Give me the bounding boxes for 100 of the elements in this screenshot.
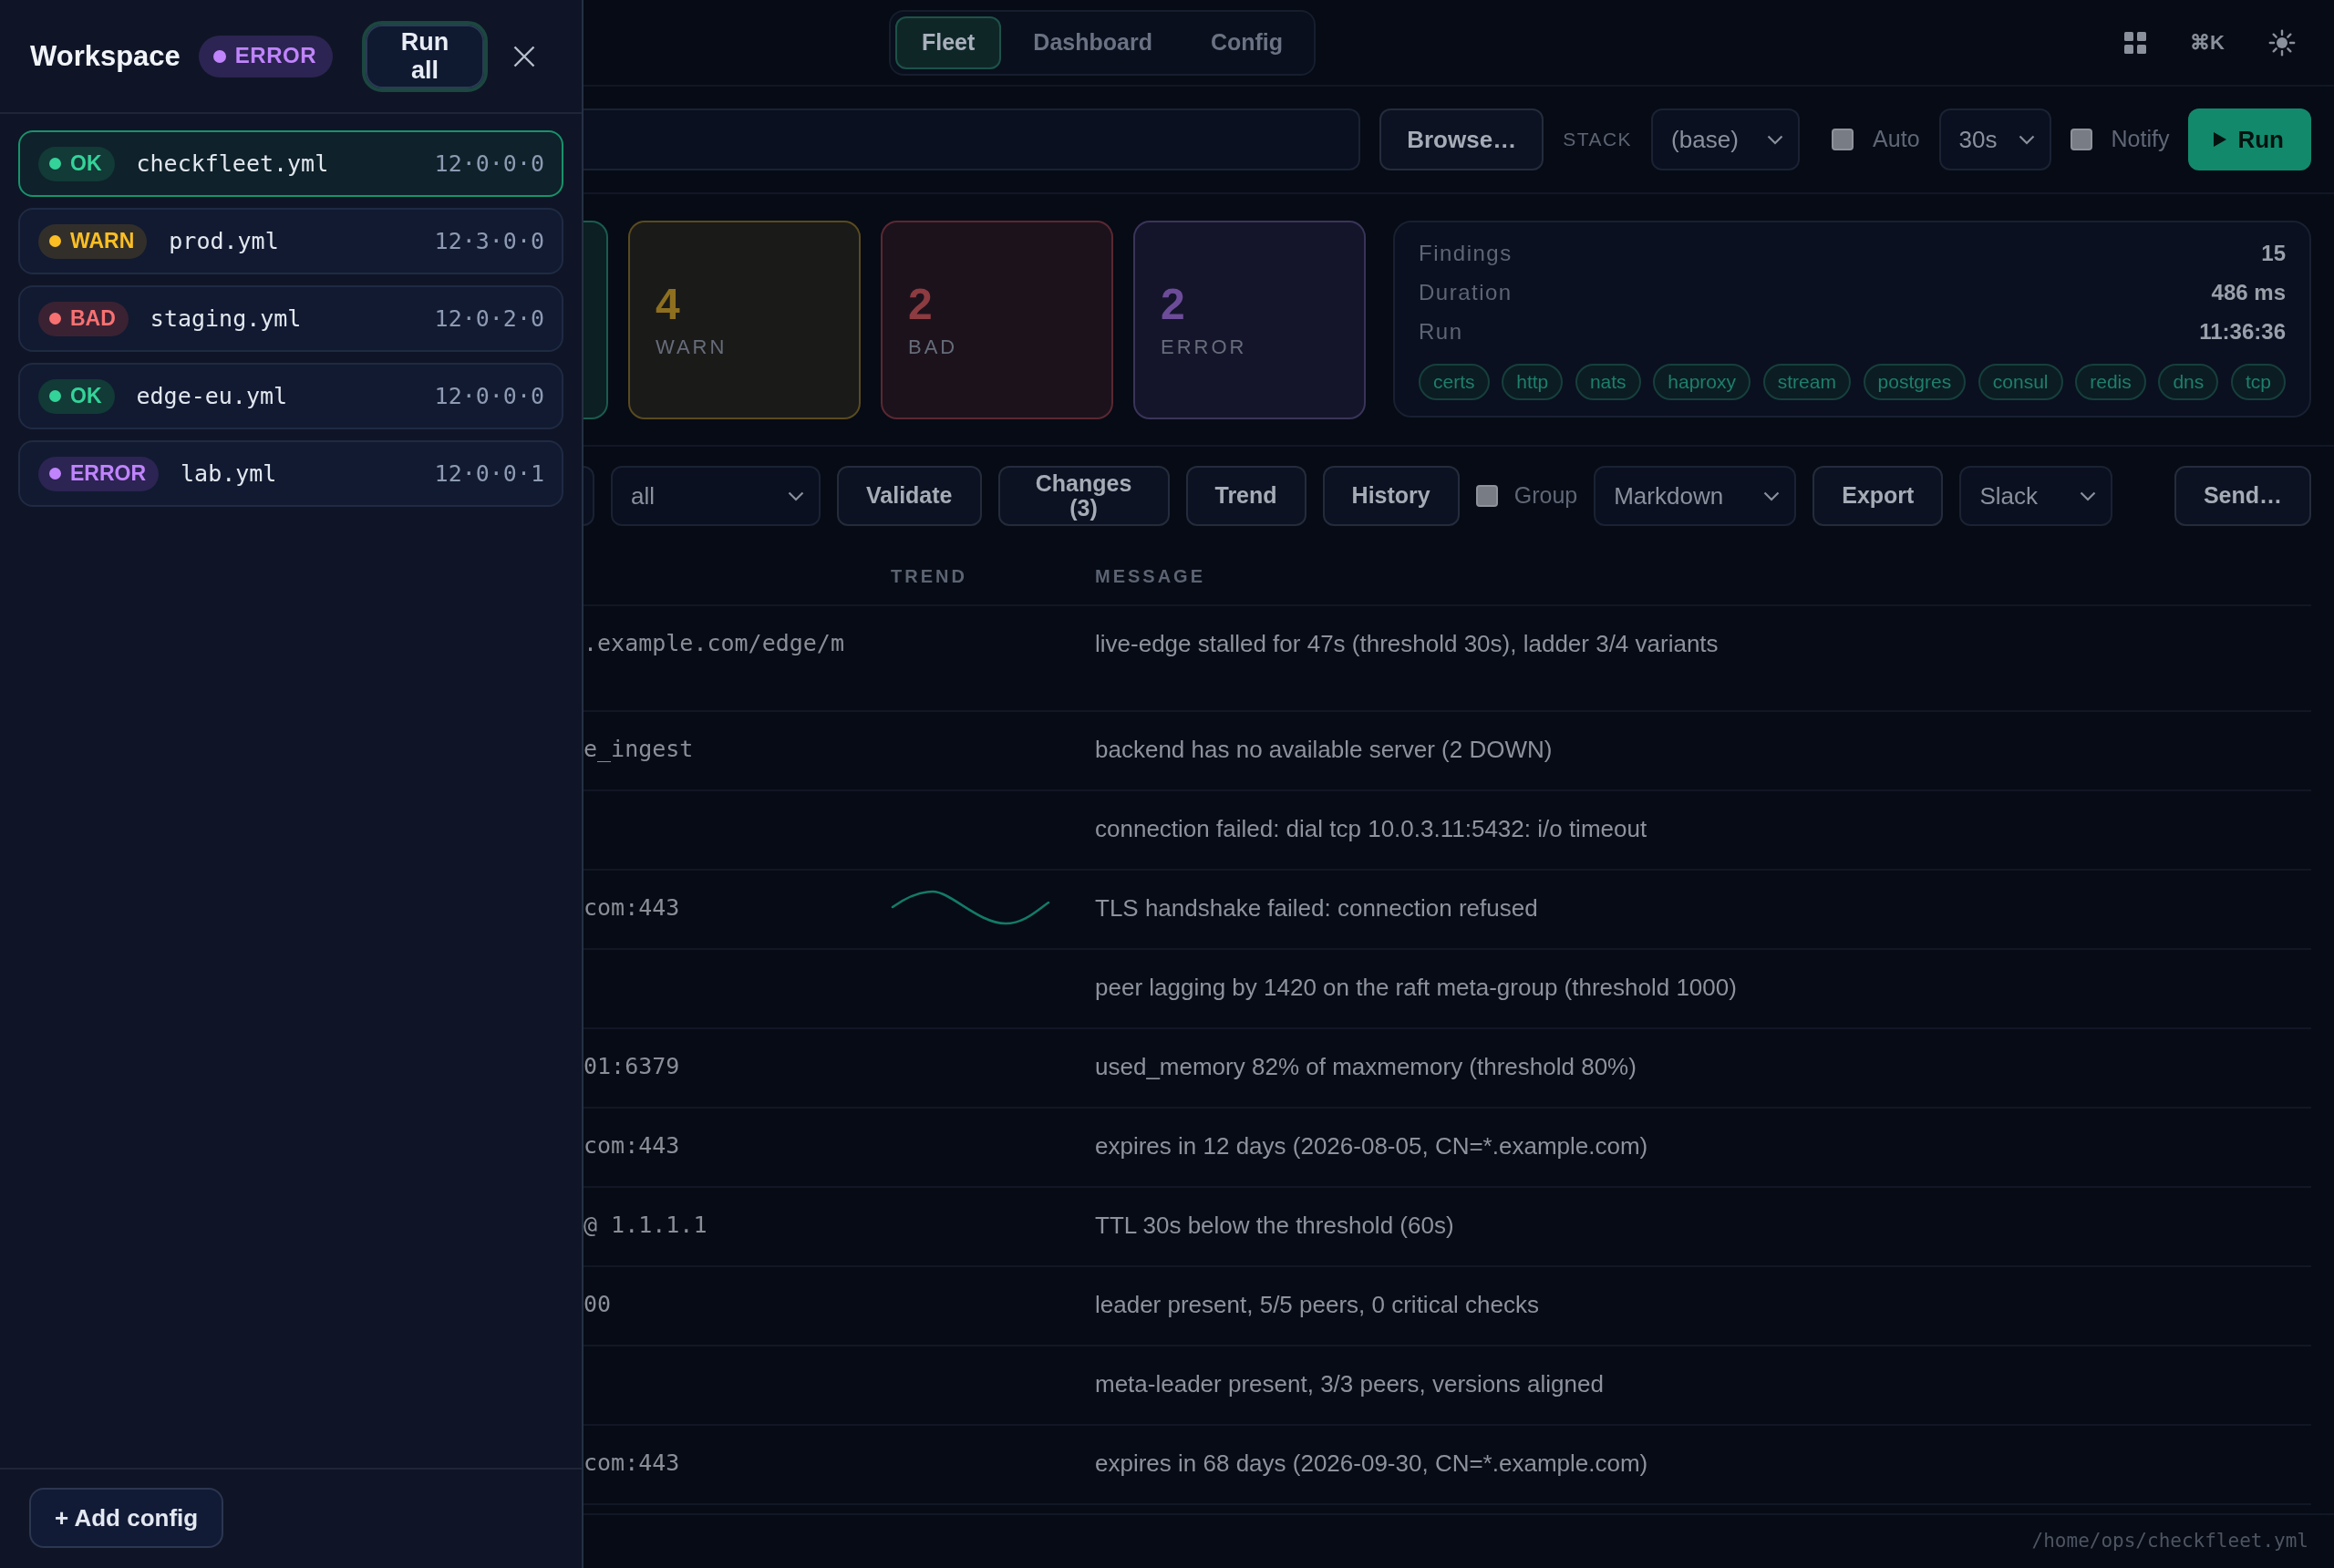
target-text: com:443 <box>584 893 680 923</box>
summary-label: Duration <box>1419 278 1513 306</box>
export-button[interactable]: Export <box>1812 466 1944 526</box>
column-header: MESSAGE <box>1095 565 1206 586</box>
config-item[interactable]: BAD staging.yml 12·0·2·0 <box>18 285 563 352</box>
caret-icon <box>1767 134 1784 145</box>
check-tag[interactable]: consul <box>1978 364 2063 400</box>
check-tag[interactable]: certs <box>1419 364 1490 400</box>
summary-label: Findings <box>1419 239 1513 267</box>
status-text: BAD <box>70 306 116 331</box>
status-dot-icon <box>49 313 61 325</box>
config-version: 12·0·0·1 <box>434 459 544 489</box>
check-tag[interactable]: redis <box>2075 364 2146 400</box>
message-text: connection failed: dial tcp 10.0.3.11:5432: i/o timeout <box>1095 814 1647 844</box>
message-text: expires in 12 days (2026-08-05, CN=*.example.com) <box>1095 1131 1648 1161</box>
check-tag[interactable]: http <box>1502 364 1564 400</box>
config-item[interactable]: OK edge-eu.yml 12·0·0·0 <box>18 363 563 429</box>
config-filename: lab.yml <box>181 459 277 489</box>
config-version: 12·0·0·0 <box>434 381 544 411</box>
message-text: backend has no available server (2 DOWN) <box>1095 735 1553 765</box>
stack-select[interactable]: (base) <box>1651 108 1801 170</box>
drawer-title: Workspace <box>30 38 181 74</box>
send-button[interactable]: Send… <box>2174 466 2311 526</box>
message-text: peer lagging by 1420 on the raft meta-group (threshold 1000) <box>1095 973 1737 1003</box>
sun-icon[interactable] <box>2268 28 2296 57</box>
status-label: WARN <box>656 337 728 357</box>
status-count: 4 <box>656 283 680 326</box>
check-tag[interactable]: postgres <box>1863 364 1967 400</box>
auto-label: Auto <box>1873 125 1920 154</box>
config-item[interactable]: OK checkfleet.yml 12·0·0·0 <box>18 130 563 197</box>
target-text: 00 <box>584 1290 612 1319</box>
summary-value: 486 ms <box>2211 278 2286 306</box>
add-config-button[interactable]: + Add config <box>29 1488 224 1548</box>
status-count: 2 <box>1161 283 1185 326</box>
check-tag[interactable]: tcp <box>2231 364 2286 400</box>
check-tag[interactable]: haproxy <box>1653 364 1751 400</box>
caret-icon <box>2018 134 2035 145</box>
summary-value: 11:36:36 <box>2199 317 2286 346</box>
status-text: ERROR <box>234 44 316 68</box>
status-dot-icon <box>49 158 61 170</box>
message-text: expires in 68 days (2026-09-30, CN=*.example.com) <box>1095 1449 1648 1479</box>
message-text: used_memory 82% of maxmemory (threshold 80%) <box>1095 1052 1637 1082</box>
status-label: ERROR <box>1161 337 1247 357</box>
toolbar-button[interactable]: Validate <box>837 466 982 526</box>
nav-tab[interactable]: Config <box>1183 15 1310 69</box>
path-field[interactable] <box>584 108 1361 170</box>
check-tag[interactable]: stream <box>1762 364 1851 400</box>
status-count: 2 <box>908 283 933 326</box>
run-button[interactable]: Run <box>2188 108 2311 170</box>
status-dot-icon <box>49 390 61 402</box>
status-dot-icon <box>212 49 226 63</box>
shortcut-button[interactable]: ⌘K <box>2190 27 2225 57</box>
config-filename: prod.yml <box>169 226 279 256</box>
config-item[interactable]: ERROR lab.yml 12·0·0·1 <box>18 440 563 507</box>
message-text: leader present, 5/5 peers, 0 critical checks <box>1095 1290 1540 1320</box>
play-icon <box>2214 132 2227 147</box>
close-icon[interactable] <box>513 45 535 67</box>
format-select[interactable]: Markdown <box>1594 466 1797 526</box>
filter-select[interactable]: all <box>611 466 821 526</box>
check-tag[interactable]: nats <box>1575 364 1641 400</box>
status-dot-icon <box>49 468 61 480</box>
message-text: live-edge stalled for 47s (threshold 30s), ladder 3/4 variants <box>1095 629 1719 659</box>
target-text: @ 1.1.1.1 <box>584 1211 707 1240</box>
status-text: WARN <box>70 229 135 253</box>
status-text: OK <box>70 384 102 408</box>
channel-select[interactable]: Slack <box>1959 466 2113 526</box>
browse-button[interactable]: Browse… <box>1379 108 1544 170</box>
target-text: e_ingest <box>584 735 694 764</box>
status-text: OK <box>70 151 102 176</box>
config-filename: edge-eu.yml <box>136 381 288 411</box>
config-item[interactable]: WARN prod.yml 12·3·0·0 <box>18 208 563 274</box>
status-dot-icon <box>49 235 61 247</box>
run-all-button[interactable]: Run all <box>362 20 488 92</box>
status-text: ERROR <box>70 461 147 486</box>
group-checkbox[interactable] <box>1475 485 1498 507</box>
target-text: .example.com/edge/m <box>584 629 844 658</box>
auto-checkbox[interactable] <box>1832 129 1854 150</box>
caret-icon <box>2080 490 2097 501</box>
config-filename: checkfleet.yml <box>136 149 329 179</box>
target-text: com:443 <box>584 1131 680 1161</box>
check-tag[interactable]: dns <box>2158 364 2219 400</box>
grid-icon[interactable] <box>2124 31 2147 54</box>
column-header: TREND <box>891 565 967 586</box>
toolbar-button[interactable]: History <box>1322 466 1460 526</box>
toolbar-button[interactable]: Changes (3) <box>997 466 1170 526</box>
message-text: TLS handshake failed: connection refused <box>1095 893 1538 923</box>
message-text: meta-leader present, 3/3 peers, versions aligned <box>1095 1369 1604 1399</box>
config-filename: staging.yml <box>150 304 302 334</box>
summary-value: 15 <box>2261 239 2286 267</box>
summary-label: Run <box>1419 317 1463 346</box>
caret-icon <box>788 490 804 501</box>
nav-tab[interactable]: Fleet <box>895 15 1002 69</box>
interval-select[interactable]: 30s <box>1938 108 2051 170</box>
nav-tab[interactable]: Dashboard <box>1007 15 1179 69</box>
notify-label: Notify <box>2111 125 2170 154</box>
message-text: TTL 30s below the threshold (60s) <box>1095 1211 1454 1241</box>
config-version: 12·0·2·0 <box>434 304 544 334</box>
toolbar-button[interactable]: Trend <box>1185 466 1306 526</box>
status-label: BAD <box>908 337 958 357</box>
notify-checkbox[interactable] <box>2070 129 2092 150</box>
